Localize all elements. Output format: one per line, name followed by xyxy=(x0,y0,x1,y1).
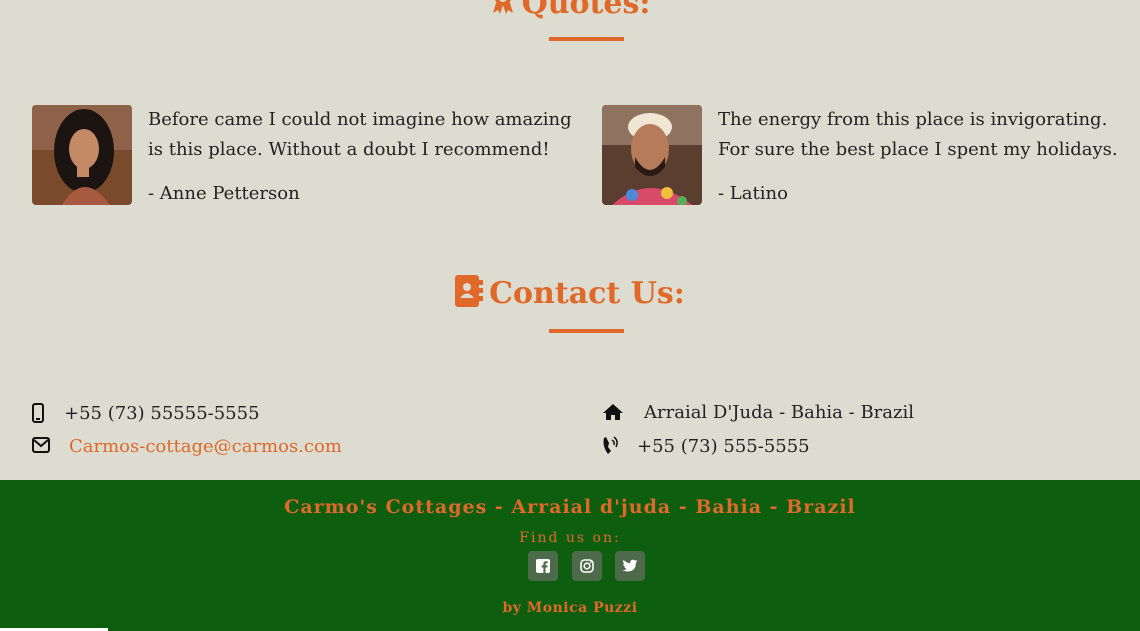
quotes-underline xyxy=(549,37,624,41)
quote-author: - Latino xyxy=(718,183,788,204)
footer-title: Carmo's Cottages - Arraial d'juda - Bahi… xyxy=(284,496,856,518)
instagram-icon[interactable] xyxy=(572,551,602,581)
mobile-icon xyxy=(32,403,44,428)
quote-text: Before came I could not imagine how amaz… xyxy=(148,109,572,160)
quotes-heading: Quotes: xyxy=(0,0,1140,23)
find-us-label: Find us on: xyxy=(519,530,621,546)
avatar-woman xyxy=(32,105,132,205)
address-book-icon xyxy=(455,275,484,315)
quote-card: Before came I could not imagine how amaz… xyxy=(32,105,577,215)
award-icon xyxy=(490,0,516,23)
contact-underline xyxy=(549,329,624,333)
quote-card: The energy from this place is invigorati… xyxy=(602,105,1132,215)
site-footer: Carmo's Cottages - Arraial d'juda - Bahi… xyxy=(0,480,1140,631)
quote-text: The energy from this place is invigorati… xyxy=(718,109,1118,160)
home-icon xyxy=(602,403,624,426)
mobile-number: +55 (73) 55555-5555 xyxy=(64,403,260,424)
email-link[interactable]: Carmos-cottage@carmos.com xyxy=(69,436,342,457)
phone-number: +55 (73) 555-5555 xyxy=(637,436,810,457)
twitter-icon[interactable] xyxy=(615,551,645,581)
quote-author: - Anne Petterson xyxy=(148,183,300,204)
facebook-icon[interactable] xyxy=(528,551,558,581)
address-text: Arraial D'Juda - Bahia - Brazil xyxy=(644,402,914,423)
contact-heading: Contact Us: xyxy=(0,275,1140,315)
quotes-title: Quotes: xyxy=(521,0,651,21)
contact-title: Contact Us: xyxy=(489,276,685,311)
envelope-icon xyxy=(32,437,50,458)
avatar-man xyxy=(602,105,702,205)
phone-volume-icon xyxy=(602,436,620,461)
author-byline: by Monica Puzzi xyxy=(502,600,638,616)
